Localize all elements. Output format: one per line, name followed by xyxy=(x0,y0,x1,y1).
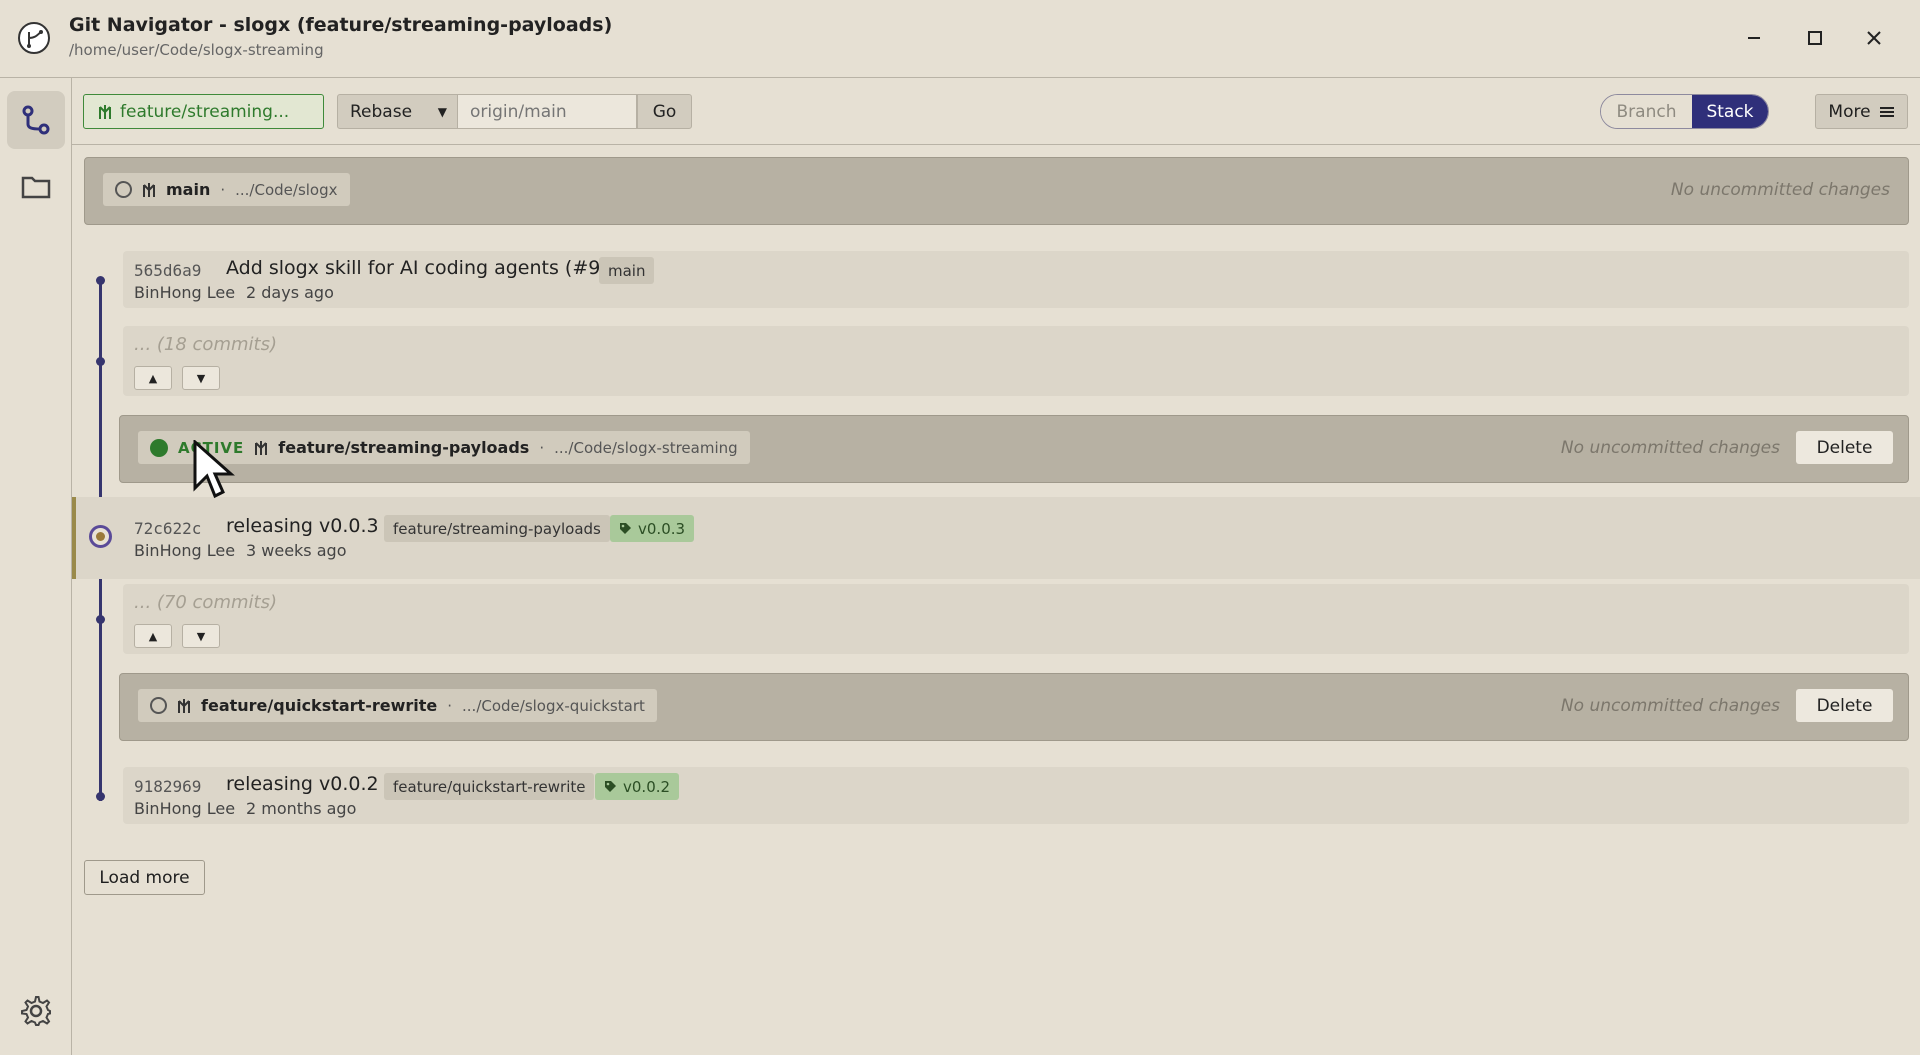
branch-tag: main xyxy=(599,257,655,284)
view-branch-option[interactable]: Branch xyxy=(1601,95,1692,128)
maximize-icon xyxy=(1808,31,1822,45)
worktree-streaming[interactable]: ACTIVE feature/streaming-payloads · .../… xyxy=(119,415,1909,483)
worktree-pill: main · .../Code/slogx xyxy=(103,173,350,206)
commit-time: 3 weeks ago xyxy=(246,541,347,560)
expand-up-button[interactable]: ▲ xyxy=(134,366,172,390)
minimize-button[interactable] xyxy=(1738,22,1770,54)
hamburger-icon xyxy=(1879,106,1894,117)
tag-icon xyxy=(605,781,616,792)
sidebar-git-graph-button[interactable] xyxy=(7,91,65,149)
commit-message: Add slogx skill for AI coding agents (#9… xyxy=(226,257,620,279)
separator-dot: · xyxy=(220,180,226,199)
commit-author: BinHong Lee xyxy=(134,541,236,560)
more-label: More xyxy=(1828,101,1871,122)
collapsed-label: ... (70 commits) xyxy=(134,592,277,613)
commit-time: 2 months ago xyxy=(246,799,357,818)
head-commit-icon xyxy=(89,525,112,548)
branch-tag: feature/streaming-payloads xyxy=(384,515,610,542)
worktree-path: .../Code/slogx-streaming xyxy=(554,438,738,457)
expand-down-button[interactable]: ▼ xyxy=(182,624,220,648)
sidebar xyxy=(0,78,72,1055)
worktree-path: .../Code/slogx xyxy=(235,180,338,199)
commit-row-current[interactable]: 72c622c releasing v0.0.3 feature/streami… xyxy=(123,509,1909,566)
load-more-button[interactable]: Load more xyxy=(84,860,205,895)
active-indicator xyxy=(150,438,168,457)
worktree-status: No uncommitted changes xyxy=(1560,696,1780,716)
commit-author: BinHong Lee xyxy=(134,283,236,302)
branch-icon xyxy=(178,698,190,713)
gear-icon xyxy=(21,996,51,1026)
app-logo-icon xyxy=(18,22,50,54)
worktree-radio[interactable] xyxy=(115,181,132,198)
maximize-button[interactable] xyxy=(1799,22,1831,54)
worktree-path: .../Code/slogx-quickstart xyxy=(462,696,645,715)
git-graph-icon xyxy=(22,105,50,135)
collapsed-label: ... (18 commits) xyxy=(134,334,277,355)
commit-row[interactable]: 565d6a9 Add slogx skill for AI coding ag… xyxy=(123,251,1909,308)
expand-up-button[interactable]: ▲ xyxy=(134,624,172,648)
commit-row[interactable]: 9182969 releasing v0.0.2 feature/quickst… xyxy=(123,767,1909,824)
rebase-select[interactable]: Rebase ▼ xyxy=(337,94,458,129)
commit-time: 2 days ago xyxy=(246,283,334,302)
window-path: /home/user/Code/slogx-streaming xyxy=(69,41,324,59)
commit-dot xyxy=(96,615,105,624)
separator-dot: · xyxy=(447,696,453,715)
worktree-radio[interactable] xyxy=(150,697,167,714)
worktree-main[interactable]: main · .../Code/slogx No uncommitted cha… xyxy=(84,157,1909,225)
expand-down-button[interactable]: ▼ xyxy=(182,366,220,390)
collapsed-commits: ... (18 commits) ▲ ▼ xyxy=(123,326,1909,396)
branch-icon xyxy=(255,440,268,455)
worktree-branch: feature/streaming-payloads xyxy=(278,438,530,457)
commit-dot xyxy=(96,276,105,285)
commit-dot xyxy=(96,792,105,801)
separator-dot: · xyxy=(539,438,545,457)
collapsed-commits: ... (70 commits) ▲ ▼ xyxy=(123,584,1909,654)
tag-icon xyxy=(620,523,631,534)
rebase-target-input[interactable] xyxy=(457,94,637,129)
chevron-down-icon: ▼ xyxy=(437,104,447,119)
worktree-status: No uncommitted changes xyxy=(1670,180,1890,200)
minimize-icon xyxy=(1748,37,1760,39)
toolbar: feature/streaming... Rebase ▼ Go Branch … xyxy=(72,78,1920,145)
mouse-cursor-icon xyxy=(193,440,235,499)
current-branch-button[interactable]: feature/streaming... xyxy=(83,94,324,129)
commit-hash: 9182969 xyxy=(134,777,202,796)
worktree-quickstart[interactable]: feature/quickstart-rewrite · .../Code/sl… xyxy=(119,673,1909,741)
worktree-pill: feature/quickstart-rewrite · .../Code/sl… xyxy=(138,689,657,722)
view-stack-option[interactable]: Stack xyxy=(1692,95,1768,128)
settings-button[interactable] xyxy=(7,982,65,1040)
version-tag: v0.0.3 xyxy=(610,515,695,542)
go-button[interactable]: Go xyxy=(637,94,692,129)
current-branch-label: feature/streaming... xyxy=(120,101,290,122)
commit-hash: 565d6a9 xyxy=(134,261,202,280)
window-title: Git Navigator - slogx (feature/streaming… xyxy=(69,14,613,36)
version-tag: v0.0.2 xyxy=(595,773,680,800)
folder-icon xyxy=(21,176,51,199)
worktree-status: No uncommitted changes xyxy=(1560,438,1780,458)
commit-dot xyxy=(96,357,105,366)
worktree-branch: main xyxy=(166,180,211,199)
sidebar-folder-button[interactable] xyxy=(7,158,65,216)
commit-author: BinHong Lee xyxy=(134,799,236,818)
delete-worktree-button[interactable]: Delete xyxy=(1796,431,1893,464)
rebase-select-label: Rebase xyxy=(350,101,413,122)
close-button[interactable] xyxy=(1858,22,1890,54)
close-icon xyxy=(1867,31,1881,45)
title-bar: Git Navigator - slogx (feature/streaming… xyxy=(0,0,1920,78)
commit-message: releasing v0.0.3 xyxy=(226,515,379,537)
worktree-branch: feature/quickstart-rewrite xyxy=(201,696,438,715)
version-tag-label: v0.0.2 xyxy=(623,777,671,796)
branch-icon xyxy=(143,182,155,197)
branch-tag: feature/quickstart-rewrite xyxy=(384,773,595,800)
version-tag-label: v0.0.3 xyxy=(638,519,686,538)
commit-message: releasing v0.0.2 xyxy=(226,773,379,795)
view-mode-toggle: Branch Stack xyxy=(1600,94,1769,129)
more-menu-button[interactable]: More xyxy=(1815,94,1908,129)
delete-worktree-button[interactable]: Delete xyxy=(1796,689,1893,722)
branch-icon xyxy=(99,104,111,119)
commit-hash: 72c622c xyxy=(134,519,202,538)
current-commit-marker xyxy=(72,497,76,579)
